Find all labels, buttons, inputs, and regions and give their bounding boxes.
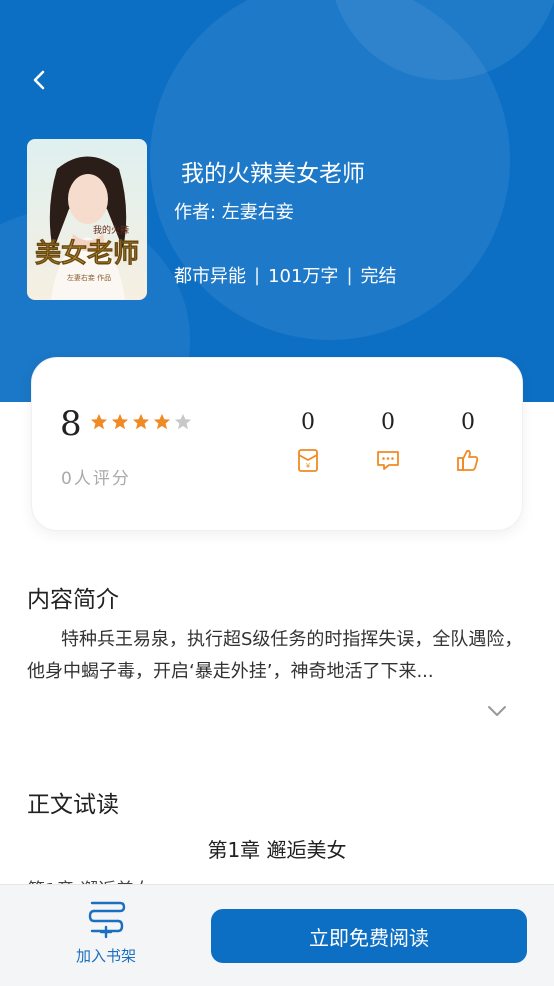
book-header: 我的火辣 美女老师 左妻右妾 作品 我的火辣美女老师 作者: 左妻右妾 都市异能… xyxy=(0,0,554,402)
rating-stars xyxy=(90,413,192,431)
bookshelf-add-icon xyxy=(88,901,126,939)
add-to-shelf-label: 加入书架 xyxy=(75,947,136,965)
rating-count: 0人评分 xyxy=(61,469,131,489)
chevron-down-icon xyxy=(488,706,506,716)
book-title: 我的火辣美女老师 xyxy=(181,161,365,187)
chapter-title: 第1章 邂逅美女 xyxy=(207,838,347,862)
expand-intro-button[interactable] xyxy=(484,700,510,722)
stat-tickets[interactable]: 0 ¥ xyxy=(288,410,328,473)
meta-separator: | xyxy=(346,264,353,286)
star-empty-icon xyxy=(174,413,192,430)
back-button[interactable] xyxy=(24,64,56,96)
stat-comments[interactable]: 0 xyxy=(368,410,408,473)
star-filled-icon xyxy=(153,413,171,430)
svg-text:¥: ¥ xyxy=(306,462,311,470)
meta-separator: | xyxy=(254,264,261,286)
intro-text: 特种兵王易泉，执行超S级任务的时指挥失误，全队遇险，他身中蝎子毒，开启‘暴走外挂… xyxy=(27,629,523,682)
book-status: 完结 xyxy=(360,266,397,287)
intro-heading: 内容简介 xyxy=(27,587,119,613)
book-cover[interactable]: 我的火辣 美女老师 左妻右妾 作品 xyxy=(27,139,147,300)
read-free-button[interactable]: 立即免费阅读 xyxy=(211,909,527,963)
stat-value: 0 xyxy=(301,410,315,435)
trial-heading: 正文试读 xyxy=(27,792,119,818)
svg-text:我的火辣: 我的火辣 xyxy=(93,224,129,236)
add-to-shelf-button[interactable]: 加入书架 xyxy=(56,899,156,966)
book-genre: 都市异能 xyxy=(174,266,246,287)
comment-icon xyxy=(377,451,399,470)
chevron-left-icon xyxy=(33,70,45,90)
stat-value: 0 xyxy=(381,410,395,435)
cover-illustration: 我的火辣 美女老师 左妻右妾 作品 xyxy=(27,139,147,300)
thumbs-up-icon xyxy=(457,449,479,471)
book-meta: 都市异能 | 101万字 | 完结 xyxy=(174,262,397,288)
svg-text:左妻右妾 作品: 左妻右妾 作品 xyxy=(67,273,111,282)
rating-card: 8 0人评分 0 ¥ 0 0 xyxy=(31,357,523,531)
stat-value: 0 xyxy=(461,410,475,435)
star-filled-icon xyxy=(132,413,150,430)
book-word-count: 101万字 xyxy=(268,266,339,287)
book-author[interactable]: 作者: 左妻右妾 xyxy=(174,198,294,224)
star-filled-icon xyxy=(90,413,108,430)
bottom-action-bar: 加入书架 立即免费阅读 xyxy=(0,884,554,986)
stat-likes[interactable]: 0 xyxy=(448,410,488,473)
svg-text:美女老师: 美女老师 xyxy=(35,238,139,269)
rating-score: 8 xyxy=(60,404,82,444)
ticket-icon: ¥ xyxy=(298,449,318,472)
star-filled-icon xyxy=(111,413,129,430)
